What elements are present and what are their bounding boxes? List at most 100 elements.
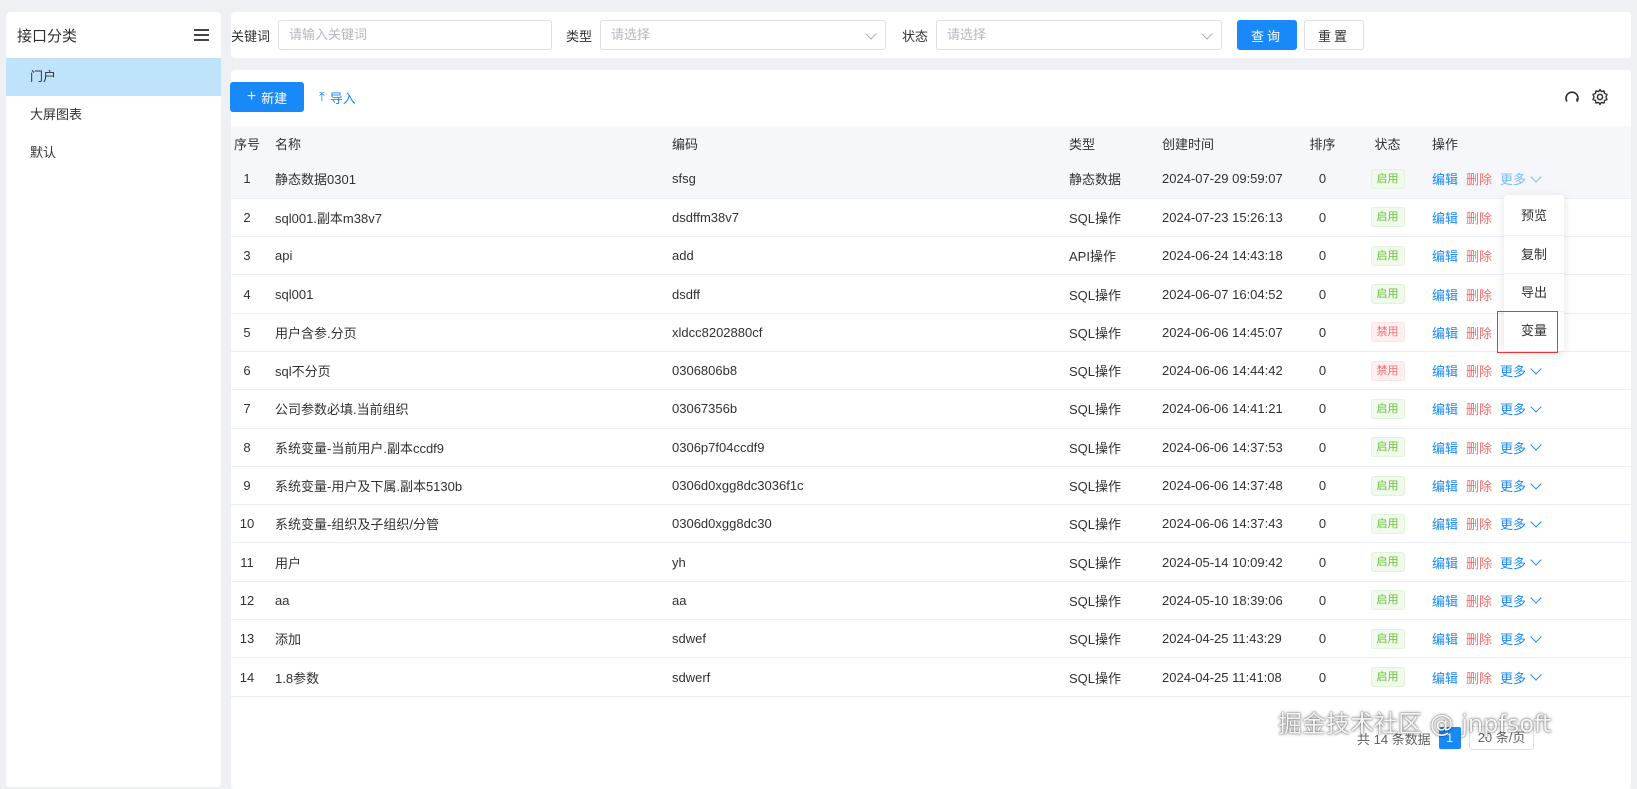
edit-button[interactable]: 编辑 [1432, 591, 1458, 610]
more-button[interactable]: 更多 [1500, 553, 1542, 572]
cell-created: 2024-05-10 18:39:06 [1150, 581, 1290, 621]
table-toolbar: + 新建 ⤒ 导入 [230, 70, 1631, 126]
edit-button[interactable]: 编辑 [1432, 169, 1458, 188]
edit-button[interactable]: 编辑 [1432, 553, 1458, 572]
import-button[interactable]: ⤒ 导入 [319, 82, 356, 112]
chevron-down-icon [865, 28, 877, 40]
main-panel: + 新建 ⤒ 导入 序号 名称 编码 类型 创建时间 排序 状态 操作 1 静态… [230, 70, 1631, 789]
edit-button[interactable]: 编辑 [1432, 668, 1458, 687]
delete-button[interactable]: 删除 [1466, 361, 1492, 380]
delete-button[interactable]: 删除 [1466, 285, 1492, 304]
cell-name: 1.8参数 [263, 657, 660, 697]
more-button[interactable]: 更多 [1500, 361, 1542, 380]
more-label: 更多 [1500, 440, 1527, 456]
delete-button[interactable]: 删除 [1466, 668, 1492, 687]
delete-button[interactable]: 删除 [1466, 553, 1492, 572]
chevron-down-icon [1530, 401, 1542, 413]
cell-status: 启用 [1355, 236, 1420, 276]
menu-icon[interactable] [194, 29, 209, 41]
edit-button[interactable]: 编辑 [1432, 629, 1458, 648]
table-row: 4 sql001 dsdff SQL操作 2024-06-07 16:04:52 0 启用 编… [231, 274, 1631, 314]
delete-button[interactable]: 删除 [1466, 591, 1492, 610]
more-label: 更多 [1500, 517, 1527, 533]
more-button[interactable]: 更多 [1500, 438, 1542, 457]
edit-button[interactable]: 编辑 [1432, 361, 1458, 380]
more-button[interactable]: 更多 [1500, 399, 1542, 418]
reset-button[interactable]: 重置 [1304, 20, 1365, 50]
import-button-label: 导入 [329, 90, 356, 106]
sidebar-item[interactable]: 门户 [6, 58, 221, 96]
new-button[interactable]: + 新建 [230, 82, 304, 112]
cell-no: 8 [231, 428, 263, 467]
edit-button[interactable]: 编辑 [1432, 476, 1458, 495]
cell-status: 禁用 [1355, 313, 1420, 352]
cell-created: 2024-07-29 09:59:07 [1150, 160, 1290, 199]
edit-button[interactable]: 编辑 [1432, 438, 1458, 457]
cell-code: xldcc8202880cf [660, 313, 1057, 352]
table-row: 1 静态数据0301 sfsg 静态数据 2024-07-29 09:59:07 0 启用编… [231, 160, 1631, 199]
delete-button[interactable]: 删除 [1466, 629, 1492, 648]
refresh-icon[interactable] [1563, 88, 1581, 106]
delete-button[interactable]: 删除 [1466, 514, 1492, 533]
edit-button[interactable]: 编辑 [1432, 285, 1458, 304]
table-row: 2 sql001.副本m38v7 dsdffm38v7 SQL操作 2024-07-23… [231, 198, 1631, 238]
status-badge: 启用 [1370, 628, 1405, 649]
cell-no: 12 [231, 581, 263, 621]
col-header: 名称 [263, 126, 660, 160]
cell-no: 11 [231, 542, 263, 582]
cell-status: 启用 [1355, 657, 1420, 697]
delete-button[interactable]: 删除 [1466, 208, 1492, 227]
status-badge: 禁用 [1370, 360, 1405, 381]
sidebar-item[interactable]: 大屏图表 [6, 96, 221, 134]
settings-gear-icon[interactable] [1591, 88, 1609, 106]
sidebar-item[interactable]: 默认 [6, 134, 221, 172]
cell-status: 启用 [1355, 428, 1420, 467]
delete-button[interactable]: 删除 [1466, 476, 1492, 495]
table-row: 7 公司参数必填.当前组织 03067356b SQL操作 2024-06-06 14:… [231, 389, 1631, 429]
table-row: 8 系统变量-当前用户.副本ccdf9 0306p7f04ccdf9 SQL操作 202… [231, 428, 1631, 467]
status-badge: 启用 [1370, 667, 1405, 687]
dropdown-item[interactable]: 复制 [1504, 235, 1564, 273]
delete-button[interactable]: 删除 [1466, 323, 1492, 342]
more-label: 更多 [1500, 632, 1527, 648]
cell-created: 2024-06-06 14:37:48 [1150, 466, 1290, 506]
cell-no: 6 [231, 351, 263, 391]
delete-button[interactable]: 删除 [1466, 438, 1492, 457]
edit-button[interactable]: 编辑 [1432, 246, 1458, 265]
more-button[interactable]: 更多 [1500, 476, 1542, 495]
more-button[interactable]: 更多 [1500, 169, 1542, 188]
cell-type: SQL操作 [1057, 428, 1150, 467]
dropdown-item[interactable]: 预览 [1504, 197, 1564, 235]
status-select[interactable]: 请选择 [936, 20, 1223, 50]
more-button[interactable]: 更多 [1500, 668, 1542, 687]
cell-created: 2024-05-14 10:09:42 [1150, 542, 1290, 582]
cell-actions: 编辑 删除 更多 [1420, 389, 1631, 429]
edit-button[interactable]: 编辑 [1432, 399, 1458, 418]
type-select[interactable]: 请选择 [600, 20, 887, 50]
delete-button[interactable]: 删除 [1466, 169, 1492, 188]
search-button[interactable]: 查询 [1237, 20, 1298, 50]
edit-button[interactable]: 编辑 [1432, 323, 1458, 342]
edit-button[interactable]: 编辑 [1432, 514, 1458, 533]
edit-button[interactable]: 编辑 [1432, 208, 1458, 227]
cell-status: 启用 [1355, 504, 1420, 544]
more-button[interactable]: 更多 [1500, 514, 1542, 533]
cell-actions: 编辑 删除 更多 [1420, 619, 1631, 659]
cell-actions: 编辑 删除 更多 [1420, 351, 1631, 391]
cell-code: aa [660, 581, 1057, 621]
keyword-input[interactable]: 请输入关键词 [278, 20, 553, 50]
table-row: 14 1.8参数 sdwerf SQL操作 2024-04-25 11:41:08 0 启用… [231, 657, 1631, 697]
cell-name: 公司参数必填.当前组织 [263, 389, 660, 429]
delete-button[interactable]: 删除 [1466, 399, 1492, 418]
table-row: 11 用户 yh SQL操作 2024-05-14 10:09:42 0 启用 编辑 删除 更多 [231, 542, 1631, 582]
cell-type: SQL操作 [1057, 581, 1150, 621]
more-button[interactable]: 更多 [1500, 629, 1542, 648]
type-label: 类型 [566, 28, 593, 44]
status-badge: 启用 [1370, 437, 1405, 458]
more-button[interactable]: 更多 [1500, 591, 1542, 610]
cell-code: sdwerf [660, 657, 1057, 697]
cell-no: 5 [231, 313, 263, 352]
delete-button[interactable]: 删除 [1466, 246, 1492, 265]
dropdown-item[interactable]: 导出 [1504, 273, 1564, 311]
cell-type: SQL操作 [1057, 389, 1150, 429]
